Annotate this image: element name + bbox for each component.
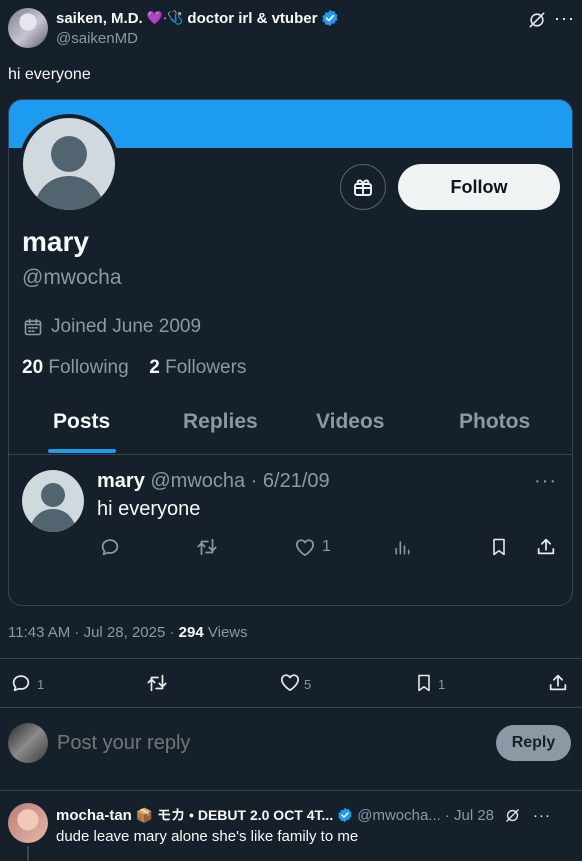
inner-more-icon[interactable]: ··· <box>534 470 557 493</box>
profile-card[interactable]: Follow mary @mwocha Joined June 2009 20 … <box>8 99 573 606</box>
calendar-icon <box>24 318 42 336</box>
reply-text: dude leave mary alone she's like family … <box>56 828 359 845</box>
gift-icon <box>354 179 372 196</box>
author-decor: 💜·🩺 <box>146 10 184 25</box>
my-avatar[interactable] <box>8 723 48 763</box>
reply-author-avatar[interactable] <box>8 803 48 843</box>
author-name-row[interactable]: saiken, M.D. 💜·🩺 doctor irl & vtuber <box>56 9 339 27</box>
author-name[interactable]: saiken, M.D. <box>56 10 143 27</box>
joined-date: Joined June 2009 <box>23 316 201 338</box>
grok-icon[interactable] <box>527 10 547 30</box>
reply-author-name[interactable]: mocha-tan <box>56 807 132 824</box>
inner-views-icon[interactable] <box>392 537 412 557</box>
author-avatar[interactable] <box>8 8 48 48</box>
inner-like-count: 1 <box>322 538 331 555</box>
views-count: 294 <box>178 624 204 641</box>
profile-avatar <box>19 114 119 214</box>
following-count[interactable]: 20 <box>22 357 43 378</box>
timestamp-text[interactable]: 11:43 AM · Jul 28, 2025 · <box>8 624 175 641</box>
followers-count[interactable]: 2 <box>149 357 160 378</box>
verified-badge-icon <box>322 9 338 27</box>
bookmark-icon[interactable] <box>414 672 434 694</box>
inner-tweet-header: mary @mwocha · 6/21/09 <box>97 470 330 493</box>
reply-button[interactable]: Reply <box>496 725 571 761</box>
tab-replies[interactable]: Replies <box>183 410 258 434</box>
profile-handle: @mwocha <box>22 266 122 289</box>
tabs-divider <box>9 454 572 455</box>
inner-retweet-icon[interactable] <box>195 536 219 558</box>
reply-date[interactable]: · Jul 28 <box>445 807 494 824</box>
follow-stats: 20 Following 2 Followers <box>22 357 246 379</box>
reply-grok-icon[interactable] <box>504 807 521 824</box>
reply-more-icon[interactable]: ··· <box>533 807 551 824</box>
share-icon[interactable] <box>547 672 569 694</box>
retweet-icon[interactable] <box>145 672 169 694</box>
reply-handle[interactable]: @mwocha... <box>357 807 441 824</box>
author-handle[interactable]: @saikenMD <box>56 30 138 47</box>
author-tagline: doctor irl & vtuber <box>187 9 318 27</box>
thread-line <box>27 846 29 861</box>
following-label[interactable]: Following <box>48 357 128 378</box>
more-options-icon[interactable]: ··· <box>554 8 575 29</box>
follow-button[interactable]: Follow <box>398 164 560 210</box>
joined-text: Joined June 2009 <box>51 316 202 337</box>
like-icon[interactable] <box>279 672 301 692</box>
divider-composer <box>0 790 582 791</box>
reply-header: mocha-tan 📦 モカ • DEBUT 2.0 OCT 4T... @mw… <box>56 805 576 825</box>
gift-button[interactable] <box>340 164 386 210</box>
reply-author-decor: 📦 モカ • DEBUT 2.0 OCT 4T... <box>135 807 334 823</box>
bookmark-count: 1 <box>438 677 446 692</box>
tweet-timestamp: 11:43 AM · Jul 28, 2025 · 294 Views <box>8 624 248 641</box>
divider-top <box>0 658 582 659</box>
inner-like-icon[interactable] <box>294 537 316 557</box>
followers-label[interactable]: Followers <box>165 357 246 378</box>
reply-verified-icon <box>338 807 352 823</box>
inner-tweet-avatar[interactable] <box>22 470 84 532</box>
inner-reply-icon[interactable] <box>99 536 121 558</box>
profile-name: mary <box>22 226 89 257</box>
tab-active-indicator <box>48 449 116 453</box>
inner-tweet-name[interactable]: mary <box>97 470 145 492</box>
reply-input[interactable] <box>57 732 477 755</box>
tweet-text: hi everyone <box>8 66 91 83</box>
tab-posts[interactable]: Posts <box>53 410 110 434</box>
inner-bookmark-icon[interactable] <box>489 536 509 558</box>
tab-videos[interactable]: Videos <box>316 410 384 434</box>
inner-tweet-handle-date[interactable]: @mwocha · 6/21/09 <box>150 470 329 492</box>
inner-tweet-text: hi everyone <box>97 498 201 520</box>
views-label: Views <box>207 624 248 641</box>
divider-actions <box>0 707 582 708</box>
reply-count: 1 <box>37 677 45 692</box>
reply-icon[interactable] <box>10 672 32 694</box>
tab-photos[interactable]: Photos <box>459 410 530 434</box>
like-count: 5 <box>304 677 312 692</box>
inner-share-icon[interactable] <box>535 536 557 558</box>
